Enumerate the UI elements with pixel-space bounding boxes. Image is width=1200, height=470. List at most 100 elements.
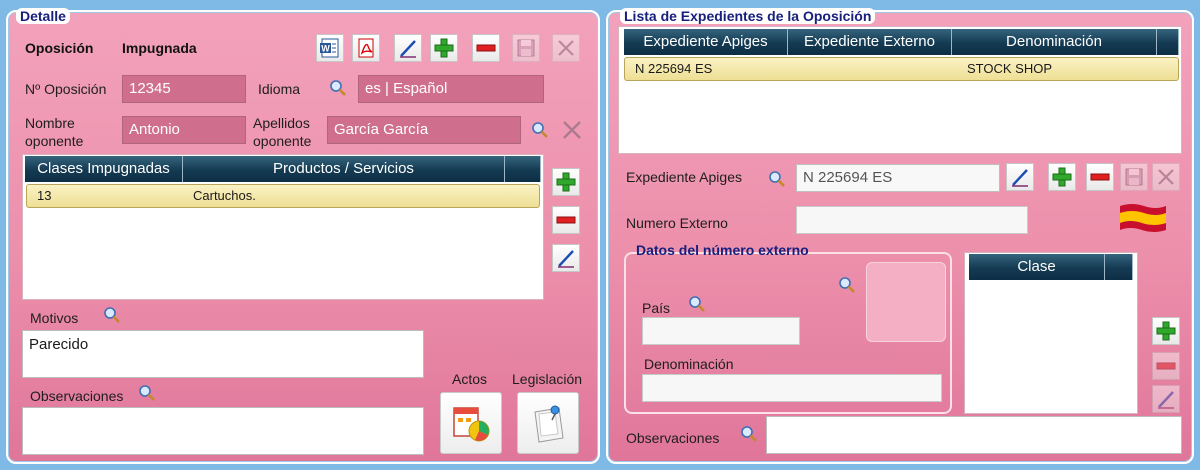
nombre-field[interactable]: Antonio	[122, 116, 246, 144]
note-pin-icon	[534, 405, 564, 443]
num-oposicion-field[interactable]: 12345	[122, 75, 246, 103]
clase-externo-remove-button[interactable]	[1152, 352, 1180, 380]
cancel-button[interactable]	[552, 34, 580, 62]
observaciones-label: Observaciones	[30, 388, 124, 404]
grid-header-denominacion[interactable]: Denominación	[952, 29, 1157, 55]
expediente-save-button[interactable]	[1120, 163, 1148, 191]
clase-add-button[interactable]	[552, 168, 580, 196]
nombre-label-line1: Nombre	[25, 115, 75, 131]
add-button[interactable]	[430, 34, 458, 62]
expediente-edit-button[interactable]	[1006, 163, 1034, 191]
motivos-textarea[interactable]: Parecido	[22, 330, 424, 378]
plus-icon	[434, 38, 454, 58]
grid-header-clase[interactable]: Clase	[969, 254, 1105, 280]
pencil-icon	[558, 250, 574, 268]
pencil-icon	[1012, 169, 1028, 187]
expedientes-grid: Expediente Apiges Expediente Externo Den…	[618, 26, 1182, 154]
row-productos: Cartuchos.	[193, 188, 256, 203]
image-placeholder[interactable]	[866, 262, 946, 342]
apellidos-label-line1: Apellidos	[253, 115, 310, 131]
lista-observaciones-search-icon[interactable]	[740, 425, 758, 443]
close-icon	[563, 121, 581, 139]
detalle-title: Detalle	[16, 8, 70, 24]
close-icon	[1158, 169, 1174, 185]
lista-observaciones-field[interactable]	[766, 416, 1182, 454]
expediente-add-button[interactable]	[1048, 163, 1076, 191]
clase-grid: Clase	[964, 252, 1138, 414]
idioma-search-icon[interactable]	[329, 79, 347, 97]
clase-remove-button[interactable]	[552, 206, 580, 234]
apellidos-label-line2: oponente	[253, 133, 312, 149]
legislacion-button[interactable]	[517, 392, 579, 454]
pais-search-image-icon[interactable]	[838, 276, 856, 294]
numero-externo-label: Numero Externo	[626, 215, 728, 231]
datos-externo-title: Datos del número externo	[636, 242, 809, 258]
datos-externo-group: Datos del número externo País Denominaci…	[624, 242, 952, 414]
numero-externo-field[interactable]	[796, 206, 1028, 234]
remove-button[interactable]	[472, 34, 500, 62]
motivos-search-icon[interactable]	[103, 306, 121, 324]
idioma-field[interactable]: es | Español	[358, 75, 544, 103]
grid-header-externo[interactable]: Expediente Externo	[788, 29, 952, 55]
minus-icon	[476, 44, 496, 52]
lista-observaciones-label: Observaciones	[626, 430, 720, 446]
save-button[interactable]	[512, 34, 540, 62]
spain-flag-icon	[1120, 204, 1166, 232]
grid-header-extra	[505, 156, 541, 182]
grid-header-extra	[1105, 254, 1133, 280]
save-icon	[1125, 168, 1143, 186]
row-clase: 13	[37, 188, 52, 203]
minus-icon	[1090, 173, 1110, 181]
expediente-apiges-field[interactable]: N 225694 ES	[796, 164, 1000, 192]
oponente-search-icon[interactable]	[531, 121, 549, 139]
clases-grid: Clases Impugnadas Productos / Servicios …	[22, 154, 544, 300]
observaciones-search-icon[interactable]	[138, 384, 156, 402]
lista-title: Lista de Expedientes de la Oposición	[620, 8, 876, 24]
grid-header-clases[interactable]: Clases Impugnadas	[25, 156, 183, 182]
clase-externo-add-button[interactable]	[1152, 317, 1180, 345]
pencil-icon	[400, 40, 416, 58]
minus-icon	[1156, 362, 1176, 370]
plus-icon	[556, 172, 576, 192]
grid-header-productos[interactable]: Productos / Servicios	[183, 156, 505, 182]
pdf-export-button[interactable]	[352, 34, 380, 62]
plus-icon	[1052, 167, 1072, 187]
oposicion-label: Oposición	[25, 40, 94, 56]
expediente-search-icon[interactable]	[768, 170, 786, 188]
edit-button[interactable]	[394, 34, 422, 62]
lista-panel: Lista de Expedientes de la Oposición Exp…	[606, 8, 1194, 464]
num-oposicion-label: Nº Oposición	[25, 81, 107, 97]
apellidos-label: Apellidos oponente	[253, 114, 311, 150]
pais-label: País	[642, 300, 671, 316]
impugnada-label: Impugnada	[122, 40, 197, 56]
grid-header-apiges[interactable]: Expediente Apiges	[624, 29, 788, 55]
table-row[interactable]: 13 Cartuchos.	[26, 184, 540, 208]
oponente-clear-button[interactable]	[560, 118, 584, 142]
calendar-chart-icon	[453, 407, 490, 442]
plus-icon	[1156, 321, 1176, 341]
idioma-label: Idioma	[258, 81, 301, 97]
word-export-button[interactable]: W	[316, 34, 344, 62]
nombre-label: Nombre oponente	[25, 114, 83, 150]
expediente-remove-button[interactable]	[1086, 163, 1114, 191]
apellidos-field[interactable]: García García	[327, 116, 521, 144]
pais-search-icon[interactable]	[688, 295, 706, 313]
pencil-icon	[1158, 391, 1174, 409]
denominacion-field[interactable]	[642, 374, 942, 402]
motivos-label: Motivos	[30, 310, 79, 326]
pais-field[interactable]	[642, 317, 800, 345]
actos-button[interactable]	[440, 392, 502, 454]
detalle-panel: Detalle Oposición Impugnada W Nº Oposici…	[6, 8, 600, 464]
row-denominacion: STOCK SHOP	[967, 61, 1053, 76]
expediente-cancel-button[interactable]	[1152, 163, 1180, 191]
grid-header-extra	[1157, 29, 1179, 55]
clase-edit-button[interactable]	[552, 244, 580, 272]
expediente-apiges-label: Expediente Apiges	[626, 169, 742, 185]
svg-text:W: W	[321, 44, 330, 54]
denominacion-label: Denominación	[644, 356, 734, 372]
close-icon	[558, 40, 574, 56]
row-apiges: N 225694 ES	[635, 61, 713, 76]
table-row[interactable]: N 225694 ES STOCK SHOP	[624, 57, 1179, 81]
clase-externo-edit-button[interactable]	[1152, 385, 1180, 413]
observaciones-textarea[interactable]	[22, 407, 424, 455]
